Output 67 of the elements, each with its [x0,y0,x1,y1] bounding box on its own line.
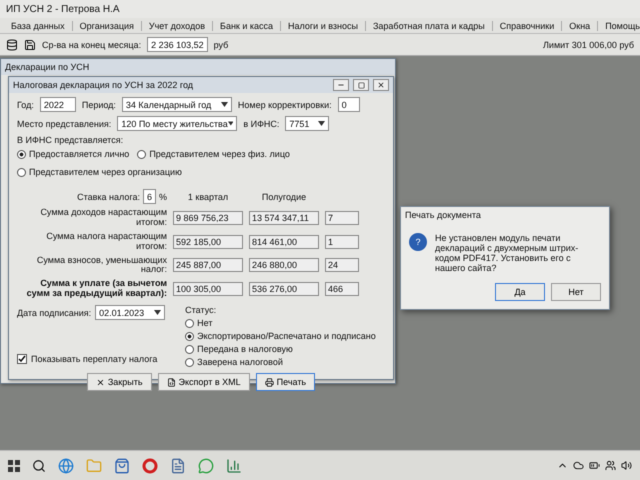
dialog-message: Не установлен модуль печати деклараций с двухмерным штрих-кодом PDF417. Установить его с нашего сайта? [435,233,580,273]
value-field: 13 574 347,11 [249,210,319,225]
dialog-button[interactable]: Экспорт в XML [158,373,250,392]
dialog-button[interactable]: Закрыть [86,373,152,392]
value-field: 24 [325,258,359,272]
dialog-button[interactable]: Нет [551,283,601,301]
radio-label: Заверена налоговой [197,357,283,368]
row-label: Сумма налога нарастающим итогом: [45,232,167,252]
menu-item[interactable]: Справочники [492,20,562,30]
balance-label: Ср-ва на конец месяца: [42,40,142,50]
place-dropdown[interactable]: 120 По месту жительства [117,116,238,131]
column-header: 1 квартал [186,192,230,202]
menu-item[interactable]: Банк и касса [213,20,282,30]
row-label: Сумма взносов, уменьшающих налог: [36,256,167,276]
dialog-title: Печать документа [405,210,481,220]
row-label: Сумма к уплате (за вычетом сумм за предыдущий квартал): [26,279,167,300]
radio-label: Представителем через физ. лицо [149,149,290,159]
value-field: 246 880,00 [249,258,319,272]
row-label: Сумма доходов нарастающим итогом: [39,208,167,228]
correction-field[interactable]: 0 [338,97,360,112]
value-field: 1 [325,234,359,249]
window-title: Налоговая декларация по УСН за 2022 год [13,80,194,90]
value-field: 7 [325,210,359,225]
ifns-dropdown[interactable]: 7751 [285,116,330,131]
menu-item[interactable]: Помощь [598,20,640,30]
value-field: 100 305,00 [173,282,243,296]
period-label: Период: [82,100,116,110]
rate-label: Ставка налога: [77,192,140,202]
checkbox-label: Показывать переплату налога [31,354,158,364]
value-field: 814 461,00 [249,234,319,249]
window-title: Декларации по УСН [5,62,90,72]
value-field: 592 185,00 [173,234,243,249]
status-label: Статус: [185,305,218,316]
value-field: 9 869 756,23 [173,210,243,225]
dialog-button[interactable]: Печать [256,373,316,392]
menu-item[interactable]: Учет доходов [142,20,214,30]
submit-label: В ИФНС представляется: [17,135,124,145]
correction-label: Номер корректировки: [238,100,332,110]
value-field: 466 [325,282,359,296]
currency-label: руб [214,40,228,50]
menu-item[interactable]: База данных [4,20,73,30]
radio-label: Передана в налоговую [197,344,293,354]
place-label: Место представления: [17,118,112,128]
radio-label: Представителем через организацию [29,167,182,177]
menu-item[interactable]: Организация [72,20,142,30]
year-field[interactable]: 2022 [40,97,76,112]
year-label: Год: [17,100,34,110]
window-title: ИП УСН 2 - Петрова Н.А [6,4,120,14]
limit-label: Лимит 301 006,00 руб [543,40,634,50]
question-icon: ? [409,233,427,251]
period-dropdown[interactable]: 34 Календарный год [122,97,232,112]
radio-label: Нет [197,318,212,328]
value-field: 536 276,00 [249,282,319,296]
ifns-label: в ИФНС: [243,118,280,128]
value-field: 245 887,00 [173,258,243,272]
dialog-button[interactable]: Да [495,283,545,301]
date-field[interactable]: 02.01.2023 [95,305,166,320]
percent-label: % [158,192,167,202]
sign-date-label: Дата подписания: [17,308,92,318]
menu-item[interactable]: Налоги и взносы [281,20,366,30]
menu-item[interactable]: Заработная плата и кадры [366,20,493,30]
radio-label: Экспортировано/Распечатано и подписано [197,331,376,342]
radio-label: Предоставляется лично [29,149,130,159]
rate-field[interactable]: 6 [142,189,156,204]
balance-field: 2 236 103,52 [147,37,208,52]
column-header: Полугодие [260,192,308,202]
menu-item[interactable]: Окна [562,20,598,30]
